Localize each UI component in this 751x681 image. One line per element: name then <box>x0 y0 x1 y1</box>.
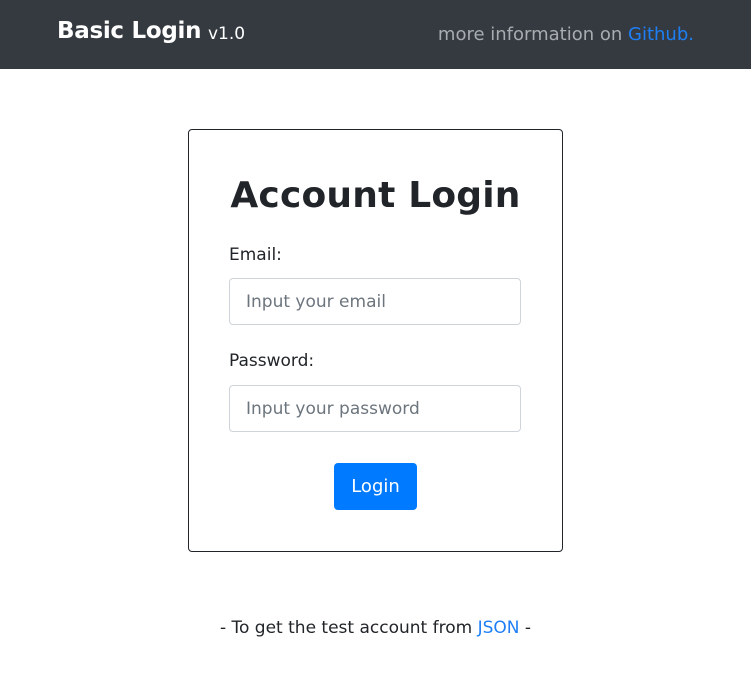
password-field[interactable] <box>229 385 521 432</box>
version-label: v1.0 <box>208 24 246 44</box>
login-card: Account Login Email: Password: Login <box>188 129 563 552</box>
json-link[interactable]: JSON <box>478 618 520 638</box>
login-title: Account Login <box>230 175 521 216</box>
brand-title[interactable]: Basic Login <box>57 18 201 44</box>
test-account-note: - To get the test account from JSON - <box>0 618 751 638</box>
github-info: more information on Github. <box>438 24 694 45</box>
email-field[interactable] <box>229 278 521 325</box>
email-label: Email: <box>229 245 282 265</box>
password-label: Password: <box>229 351 315 371</box>
footer-suffix: - <box>519 618 532 638</box>
login-button[interactable]: Login <box>334 463 417 510</box>
footer-prefix: - To get the test account from <box>219 618 478 638</box>
github-info-text: more information on <box>437 24 629 45</box>
top-navbar: Basic Login v1.0 more information on Git… <box>0 0 751 69</box>
github-link[interactable]: Github. <box>628 24 694 45</box>
